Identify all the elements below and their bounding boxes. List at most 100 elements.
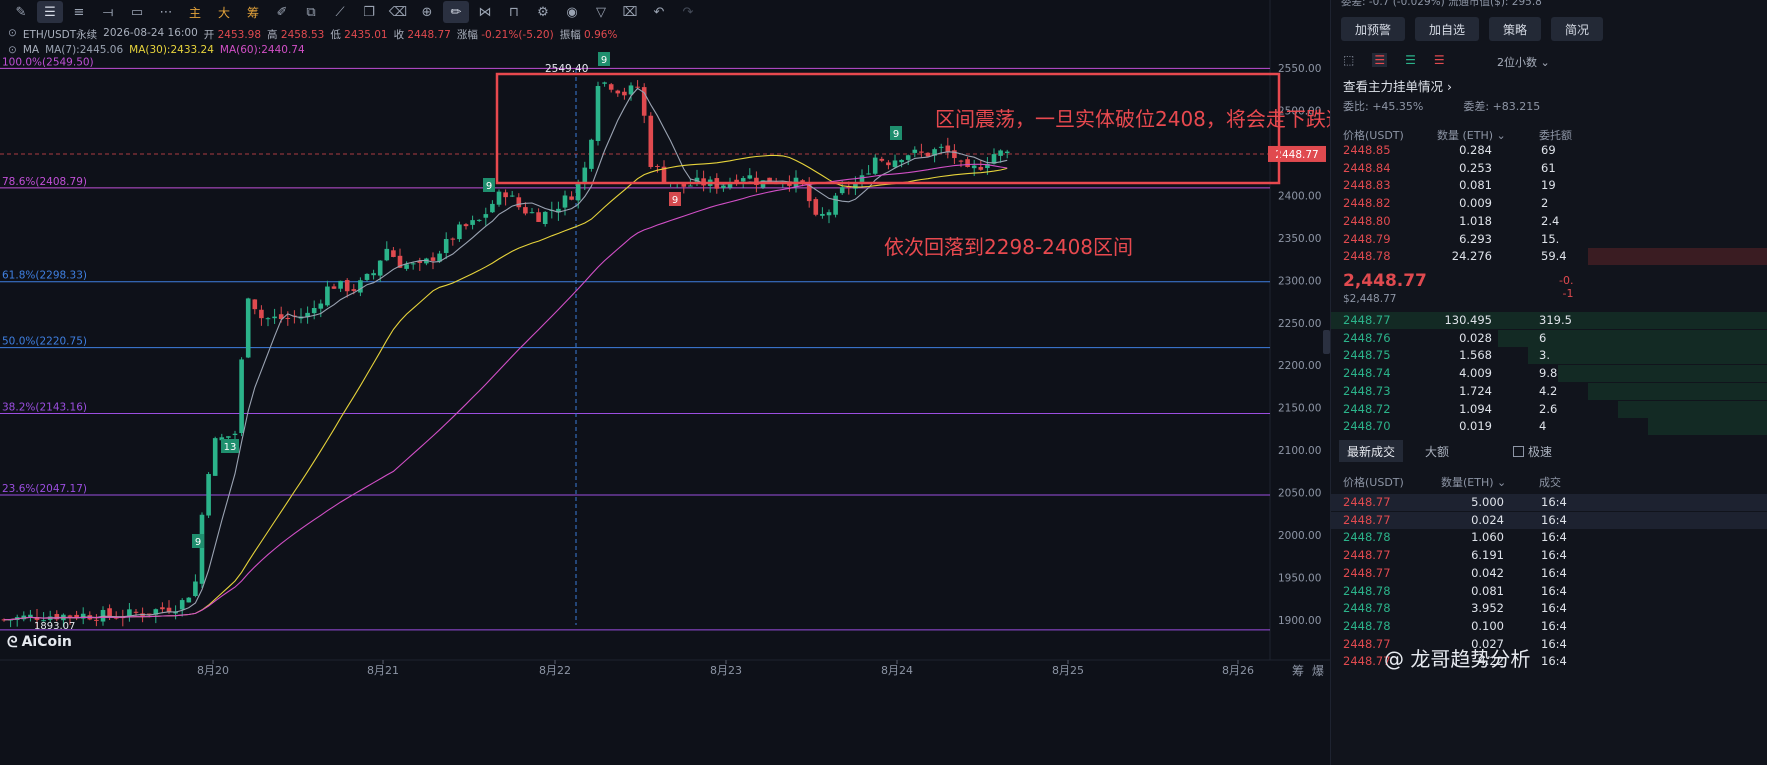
ask-price: 2448.83: [1343, 178, 1391, 193]
candle-body: [503, 192, 508, 198]
bid-row[interactable]: 2448.76 0.028 6: [1331, 329, 1767, 347]
candle-body: [602, 82, 607, 84]
tab-latest-trades[interactable]: 最新成交: [1339, 440, 1404, 462]
asks-only-icon[interactable]: ☰: [1434, 53, 1445, 67]
overview-button[interactable]: 简况: [1551, 17, 1604, 41]
high-value: 2458.53: [280, 29, 325, 41]
range-annotation[interactable]: 区间震荡，一旦实体破位2408，将会走下跌通道: [935, 103, 1366, 132]
candle-body: [1004, 151, 1010, 154]
panel-collapse-handle[interactable]: [1323, 330, 1330, 354]
bid-price: 2448.70: [1343, 419, 1391, 434]
last-change-pct: -0.: [1559, 274, 1574, 287]
ask-price: 2448.80: [1343, 213, 1391, 228]
close-value: 2448.77: [407, 29, 451, 41]
ask-price: 2448.78: [1343, 249, 1391, 264]
low-value: 2435.01: [344, 29, 388, 41]
bid-qty: 1.568: [1459, 348, 1492, 363]
ask-row[interactable]: 2448.80 1.018 2.4: [1331, 213, 1767, 230]
candle-body: [536, 212, 541, 222]
price-tick: 2250.00: [1278, 318, 1321, 330]
bid-price: 2448.77: [1343, 313, 1391, 327]
trade-row[interactable]: 2448.78 0.081 16:4: [1331, 583, 1767, 601]
candle-body: [998, 150, 1003, 156]
ob-header-amount: 委托额: [1539, 129, 1572, 142]
collapse-icon[interactable]: ⊙: [8, 27, 17, 42]
candle-body: [628, 85, 634, 95]
datetime-label: 2026-08-24 16:00: [103, 27, 198, 39]
add-alert-button[interactable]: 加预警: [1341, 17, 1406, 41]
strategy-button[interactable]: 策略: [1489, 17, 1542, 41]
trade-row[interactable]: 2448.77 6.191 16:4: [1331, 547, 1767, 565]
trade-price: 2448.78: [1343, 530, 1391, 545]
candle-body: [886, 162, 891, 166]
trade-qty: 1.060: [1471, 530, 1504, 545]
bid-row[interactable]: 2448.73 1.724 4.2: [1331, 382, 1767, 400]
bid-row[interactable]: 2448.75 1.568 3.: [1331, 347, 1767, 365]
add-watchlist-button[interactable]: 加自选: [1415, 17, 1480, 41]
fast-mode-checkbox[interactable]: [1513, 446, 1524, 457]
ask-row[interactable]: 2448.79 6.293 15.: [1331, 231, 1767, 248]
chart-area[interactable]: ✎ ☰ ≡ ⟞ ▭ ⋯ 主 大 筹 ✐ ⧉ ⟋ ❐ ⌫ ⊕ ✏ ⋈ ⊓ ⚙ ◉ …: [0, 0, 1366, 765]
trade-row[interactable]: 2448.77 0.024 16:4: [1331, 511, 1767, 530]
trade-header-qty[interactable]: 数量(ETH) ⌄: [1441, 474, 1506, 490]
trade-row[interactable]: 2448.78 3.952 16:4: [1331, 600, 1767, 618]
candle-body: [582, 167, 588, 185]
bid-row[interactable]: 2448.70 0.019 4: [1331, 418, 1767, 436]
candle-body: [107, 608, 112, 617]
time-tick: 8月23: [710, 664, 742, 677]
fib-label: 23.6%(2047.17): [2, 483, 87, 495]
ask-row[interactable]: 2448.83 0.081 19: [1331, 177, 1767, 194]
candle-body: [945, 145, 951, 153]
fib-label: 78.6%(2408.79): [2, 176, 87, 188]
expand-icon[interactable]: ⬚: [1343, 53, 1354, 67]
bid-amount: 2.6: [1539, 401, 1558, 416]
trade-price: 2448.77: [1343, 512, 1391, 527]
candle-body: [971, 165, 977, 169]
pullback-annotation[interactable]: 依次回落到2298-2408区间: [884, 231, 1133, 260]
bid-row[interactable]: 2448.72 1.094 2.6: [1331, 400, 1767, 418]
candle-body: [160, 607, 165, 610]
candle-body: [490, 203, 495, 213]
bid-row[interactable]: 2448.74 4.009 9.8: [1331, 365, 1767, 383]
last-change: -0. -1: [1559, 274, 1573, 300]
time-tick: 8月22: [539, 664, 571, 677]
price-tick: 1900.00: [1278, 615, 1321, 627]
ask-row[interactable]: 2448.84 0.253 61: [1331, 160, 1767, 177]
both-sides-icon[interactable]: ☰: [1372, 53, 1388, 67]
trade-row[interactable]: 2448.78 0.100 16:4: [1331, 618, 1767, 636]
bid-row[interactable]: 2448.77 130.495 319.5: [1331, 312, 1767, 329]
candle-body: [912, 149, 918, 153]
ob-header-qty[interactable]: 数量 (ETH) ⌄: [1437, 127, 1506, 143]
depth-bar: [1588, 248, 1767, 266]
decimals-value: 2位小数: [1497, 56, 1537, 69]
price-tick: 2400.00: [1278, 190, 1321, 202]
collapse-ma-icon[interactable]: ⊙: [8, 44, 17, 56]
bid-amount: 9.8: [1539, 366, 1558, 381]
trade-row[interactable]: 2448.77 5.000 16:4: [1331, 494, 1767, 512]
ask-row[interactable]: 2448.85 0.284 69: [1331, 142, 1767, 159]
major-orders-link[interactable]: 查看主力挂单情况 ›: [1343, 76, 1452, 95]
trade-qty: 6.191: [1471, 548, 1504, 563]
ask-price: 2448.85: [1343, 143, 1391, 157]
candle-body: [562, 195, 568, 208]
aicoin-mark-icon: ᘓ: [7, 633, 18, 651]
bid-price: 2448.72: [1343, 401, 1391, 416]
trade-header-time: 成交: [1539, 476, 1561, 489]
candle-body: [364, 273, 370, 280]
trade-qty: 3.952: [1471, 601, 1504, 616]
trade-row[interactable]: 2448.77 0.042 16:4: [1331, 565, 1767, 583]
candle-body: [589, 139, 594, 169]
trade-row[interactable]: 2448.78 1.060 16:4: [1331, 529, 1767, 547]
tab-large-trades[interactable]: 大额: [1417, 440, 1457, 462]
fast-mode-toggle[interactable]: 极速: [1513, 443, 1552, 460]
candle-body: [820, 213, 825, 216]
ask-row[interactable]: 2448.78 24.276 59.4: [1331, 248, 1767, 266]
ask-price: 2448.79: [1343, 231, 1391, 246]
fib-label: 50.0%(2220.75): [2, 336, 87, 348]
fib-label: 38.2%(2143.16): [2, 402, 87, 414]
decimals-select[interactable]: 2位小数 ⌄: [1497, 54, 1550, 70]
ask-row[interactable]: 2448.82 0.009 2: [1331, 195, 1767, 212]
price-tick: 2100.00: [1278, 445, 1321, 457]
diff-label: 委差: +83.215: [1463, 100, 1541, 113]
bids-only-icon[interactable]: ☰: [1405, 53, 1416, 67]
